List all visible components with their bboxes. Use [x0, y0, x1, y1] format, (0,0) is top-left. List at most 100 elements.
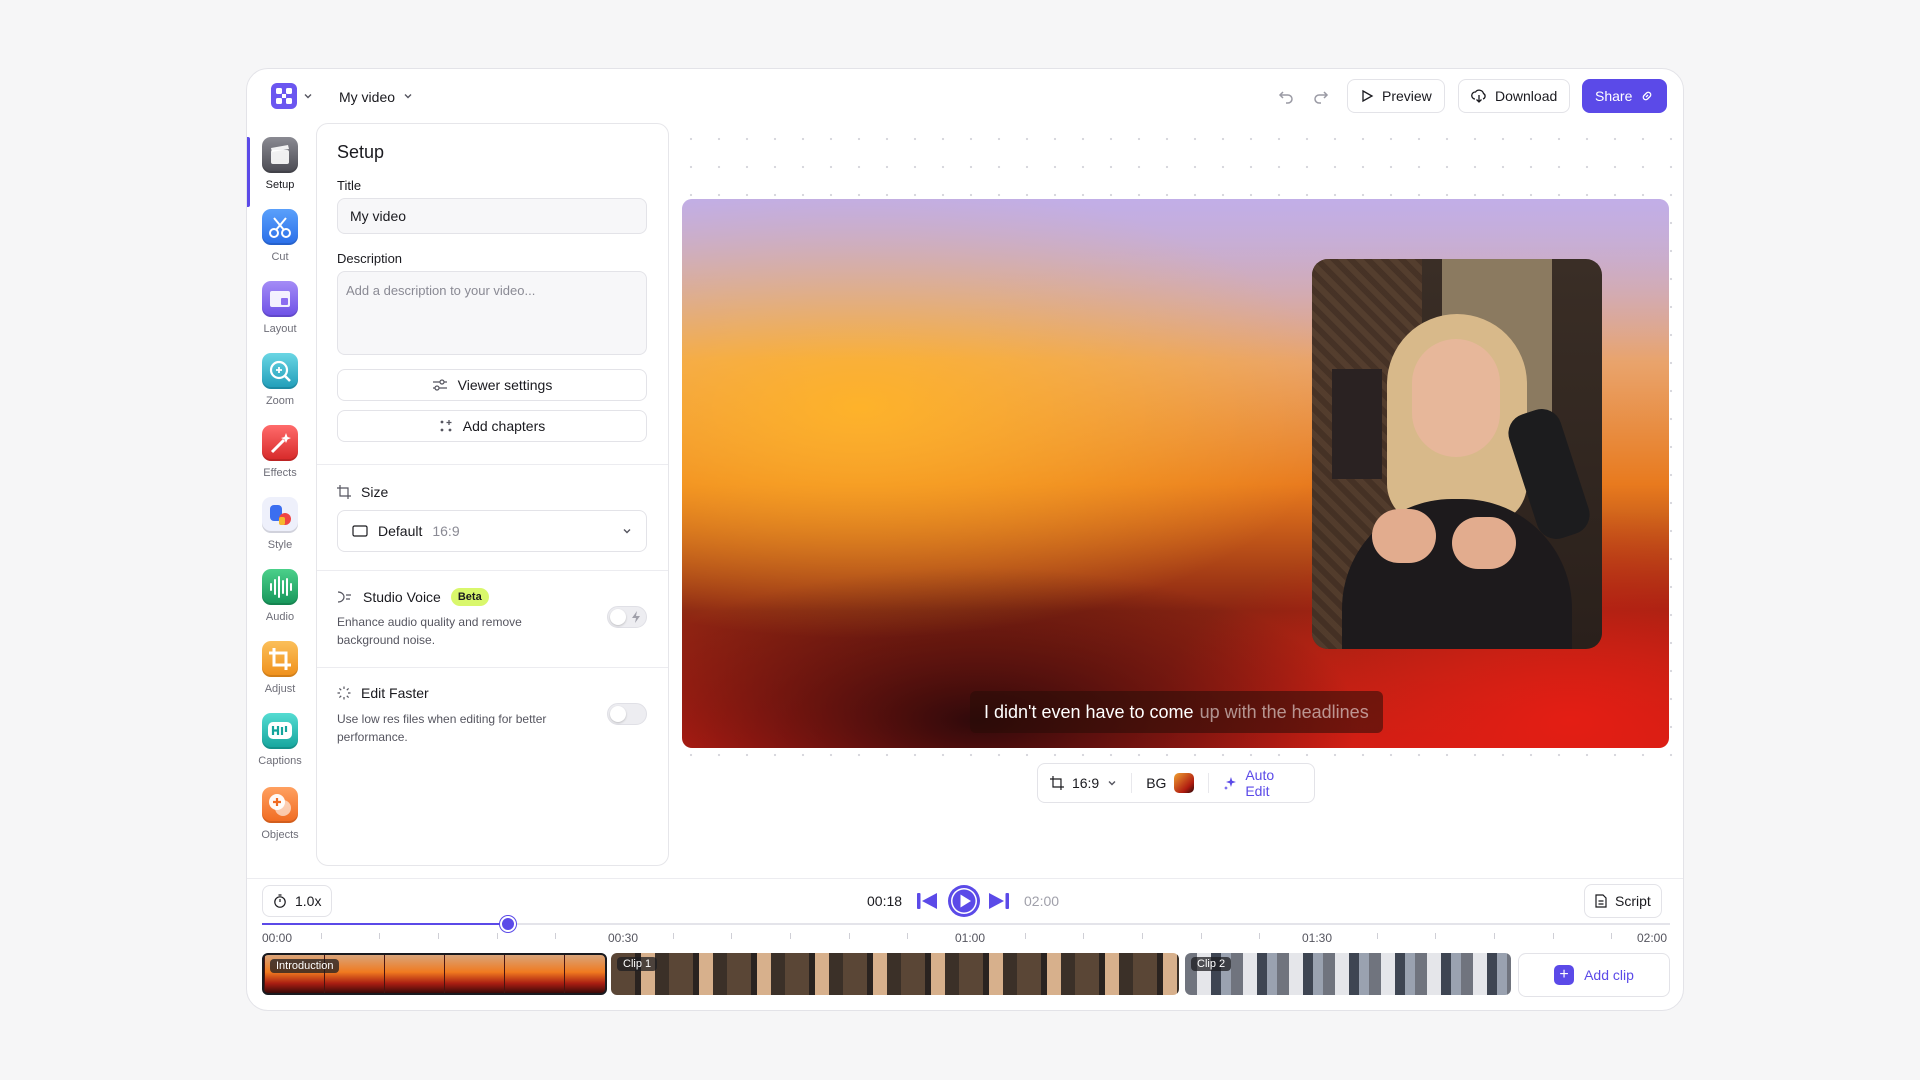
edit-faster-header: Edit Faster	[337, 685, 429, 701]
studio-voice-label: Studio Voice	[363, 589, 441, 605]
ruler-tick	[555, 933, 557, 939]
sliders-icon	[432, 379, 447, 391]
rail-item-layout[interactable]: Layout	[247, 281, 313, 335]
chevron-down-icon[interactable]	[403, 91, 413, 101]
rail-item-style[interactable]: Style	[247, 497, 313, 551]
video-preview[interactable]: I didn't even have to come up with the h…	[682, 199, 1669, 748]
edit-faster-toggle[interactable]	[607, 703, 647, 725]
ruler-tick	[1142, 933, 1143, 939]
rail-item-cut[interactable]: Cut	[247, 209, 313, 263]
chevron-down-icon[interactable]	[1107, 778, 1117, 788]
divider	[1131, 773, 1133, 793]
description-textarea[interactable]: Add a description to your video...	[337, 271, 647, 355]
studio-voice-toggle[interactable]	[607, 606, 647, 628]
ruler-tick	[1083, 933, 1085, 939]
undo-icon[interactable]	[1277, 87, 1295, 105]
script-button[interactable]: Script	[1584, 884, 1662, 918]
clip-1[interactable]: Clip 1	[611, 953, 1179, 995]
rail-item-setup[interactable]: Setup	[247, 137, 313, 191]
aspect-ratio-button[interactable]: 16:9	[1072, 775, 1099, 791]
plus-icon: +	[1554, 965, 1575, 985]
toggle-knob	[610, 706, 626, 722]
timeline-scrubber[interactable]	[262, 916, 1670, 932]
time-label: 02:00	[1637, 931, 1668, 945]
playback-speed-button[interactable]: 1.0x	[262, 885, 333, 917]
clip-2[interactable]: Clip 2	[1185, 953, 1511, 995]
size-label: Size	[361, 484, 389, 500]
chapters-icon	[440, 420, 452, 432]
divider	[317, 570, 668, 571]
scrubber-progress	[262, 923, 509, 925]
ruler-tick	[731, 933, 733, 939]
play-button-icon[interactable]	[947, 884, 981, 918]
add-clip-button[interactable]: + Add clip	[1518, 953, 1670, 997]
presenter-face	[1412, 339, 1500, 457]
add-chapters-label: Add chapters	[462, 418, 546, 434]
skip-back-icon[interactable]	[915, 889, 939, 913]
rail-label: Adjust	[264, 683, 296, 695]
rail-item-objects[interactable]: Objects	[247, 787, 313, 841]
ruler-tick	[1259, 933, 1261, 939]
edit-faster-description: Use low res files when editing for bette…	[337, 712, 547, 744]
background-shelf	[1332, 369, 1382, 479]
ruler-tick	[379, 933, 381, 939]
caption-upcoming: up with the headlines	[1199, 701, 1369, 722]
clip-introduction[interactable]: Introduction	[262, 953, 607, 995]
rail-item-captions[interactable]: Captions	[247, 713, 313, 767]
size-section-header: Size	[337, 484, 388, 500]
scissors-icon	[262, 209, 298, 245]
ruler-tick	[1494, 933, 1495, 939]
document-title[interactable]: My video	[339, 89, 395, 105]
waveform-icon	[262, 569, 298, 605]
divider	[247, 878, 1683, 879]
auto-edit-button[interactable]: Auto Edit	[1245, 767, 1302, 799]
clip-label: Clip 1	[617, 957, 658, 971]
divider	[1208, 773, 1210, 793]
share-button[interactable]: Share	[1582, 79, 1668, 113]
ruler-tick	[1200, 933, 1202, 939]
redo-icon[interactable]	[1312, 87, 1330, 105]
crop-frame-icon	[1050, 776, 1064, 790]
ruler-tick	[496, 933, 498, 939]
rail-label: Cut	[271, 251, 289, 263]
preview-button[interactable]: Preview	[1347, 79, 1445, 113]
bolt-icon	[632, 611, 640, 623]
divider	[317, 464, 668, 465]
title-label: Title	[337, 178, 362, 193]
download-label: Download	[1495, 88, 1558, 104]
rail-item-effects[interactable]: Effects	[247, 425, 313, 479]
ruler-tick	[320, 933, 322, 939]
caption-overlay[interactable]: I didn't even have to come up with the h…	[970, 691, 1383, 733]
playhead-handle[interactable]	[500, 916, 517, 932]
skip-forward-icon[interactable]	[987, 889, 1011, 913]
time-label: 00:00	[262, 931, 293, 945]
studio-voice-description: Enhance audio quality and remove backgro…	[337, 615, 522, 647]
rail-label: Setup	[265, 179, 295, 191]
title-input[interactable]	[337, 198, 647, 234]
clip-label: Clip 2	[1191, 957, 1232, 971]
chevron-down-icon[interactable]	[303, 91, 313, 101]
size-select[interactable]: Default 16:9	[337, 510, 647, 552]
background-swatch[interactable]	[1174, 773, 1195, 793]
download-button[interactable]: Download	[1458, 79, 1571, 113]
cloud-download-icon	[1471, 89, 1486, 103]
rail-label: Effects	[263, 467, 297, 479]
app-logo-icon[interactable]	[271, 83, 297, 109]
layout-icon	[262, 281, 298, 317]
add-chapters-button[interactable]: Add chapters	[337, 410, 647, 442]
voice-icon	[337, 591, 351, 603]
rail-item-adjust[interactable]: Adjust	[247, 641, 313, 695]
rail-item-zoom[interactable]: Zoom	[247, 353, 313, 407]
caption-spoken: I didn't even have to come	[984, 701, 1194, 722]
panel-title: Setup	[337, 142, 385, 162]
viewer-settings-button[interactable]: Viewer settings	[337, 369, 647, 401]
magnifier-icon	[262, 353, 298, 389]
objects-icon	[262, 787, 298, 823]
background-button[interactable]: BG	[1146, 775, 1166, 791]
magic-wand-icon	[262, 425, 298, 461]
crop-frame-icon	[337, 485, 351, 499]
ruler-tick	[1552, 933, 1554, 939]
camera-overlay[interactable]	[1312, 259, 1602, 649]
rail-item-audio[interactable]: Audio	[247, 569, 313, 623]
ruler-tick	[438, 933, 439, 939]
